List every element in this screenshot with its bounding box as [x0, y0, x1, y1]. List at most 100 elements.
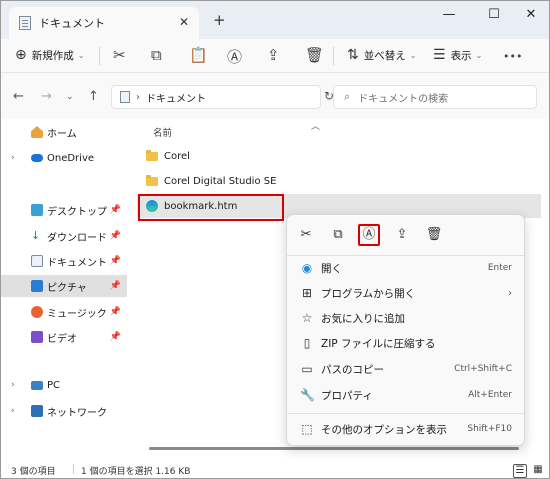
tab-title: ドキュメント	[39, 17, 105, 30]
breadcrumb-separator-icon: ›	[136, 91, 140, 103]
expand-chevron-icon[interactable]: ›	[11, 406, 15, 416]
sidebar-item-network[interactable]: › ネットワーク	[1, 400, 127, 422]
sidebar-item-home[interactable]: ホーム	[1, 121, 127, 143]
sidebar-item-videos[interactable]: ビデオ 📌	[1, 326, 127, 348]
sidebar-item-downloads[interactable]: ↓ ダウンロード 📌	[1, 225, 127, 247]
chevron-down-icon: ⌄	[409, 50, 417, 60]
videos-icon	[31, 331, 43, 343]
pin-icon: 📌	[109, 332, 121, 342]
toolbar-divider	[99, 47, 100, 65]
view-button-label: 表示	[450, 49, 472, 62]
folder-icon	[146, 174, 158, 186]
menu-item-more-options[interactable]: ⬚ その他のオプションを表示 Shift+F10	[287, 417, 524, 441]
copy-icon[interactable]: ⧉	[151, 46, 162, 64]
paste-icon[interactable]: 📋	[189, 46, 208, 64]
sidebar-item-onedrive[interactable]: › OneDrive	[1, 147, 127, 169]
menu-item-label: ZIP ファイルに圧縮する	[321, 337, 436, 350]
minimize-button[interactable]: —	[434, 7, 464, 22]
sidebar-item-pictures[interactable]: ピクチャ 📌	[1, 275, 127, 297]
pin-icon: 📌	[109, 256, 121, 266]
search-input[interactable]: ⌕ ドキュメントの検索	[333, 85, 537, 109]
selection-info: 1 個の項目を選択 1.16 KB	[81, 467, 191, 477]
cut-icon[interactable]: ✂	[295, 224, 317, 246]
share-icon[interactable]: ⇪	[391, 224, 413, 246]
copy-path-icon: ▭	[301, 362, 313, 376]
menu-item-open[interactable]: ◉ 開く Enter	[287, 256, 524, 280]
pin-icon: 📌	[109, 307, 121, 317]
command-bar: ⊕ 新規作成 ⌄ ✂ ⧉ 📋 Ⓐ ⇪ 🗑 ⇅ 並べ替え ⌄ ☰ 表示 ⌄ •••	[1, 39, 549, 73]
plus-circle-icon: ⊕	[15, 47, 27, 63]
star-icon: ☆	[301, 311, 313, 325]
more-options-button[interactable]: •••	[503, 50, 522, 63]
submenu-chevron-icon: ›	[508, 287, 512, 299]
sort-icon: ⇅	[347, 47, 359, 63]
breadcrumb[interactable]: ドキュメント	[146, 90, 206, 105]
folder-icon	[146, 149, 158, 161]
back-arrow-icon[interactable]: ←	[13, 89, 24, 104]
cut-icon[interactable]: ✂	[113, 46, 126, 64]
sort-ascending-icon: ︿	[311, 122, 321, 132]
sidebar-item-pc[interactable]: › PC	[1, 374, 127, 396]
menu-item-properties[interactable]: 🔧 プロパティ Alt+Enter	[287, 383, 524, 407]
documents-folder-icon	[120, 91, 130, 103]
rename-icon[interactable]: Ⓐ	[227, 46, 242, 67]
desktop-icon	[31, 204, 43, 216]
recent-locations-icon[interactable]: ⌄	[66, 92, 74, 102]
forward-arrow-icon[interactable]: →	[41, 89, 52, 104]
title-bar: ドキュメント ✕ + — ☐ ✕	[1, 1, 549, 39]
chevron-down-icon: ⌄	[77, 50, 85, 60]
sidebar-item-documents[interactable]: ドキュメント 📌	[1, 250, 127, 272]
rename-icon[interactable]: Ⓐ	[358, 224, 380, 246]
tiles-view-icon[interactable]: ▦	[531, 464, 545, 478]
delete-icon[interactable]: 🗑	[423, 224, 445, 246]
up-arrow-icon[interactable]: ↑	[88, 89, 99, 104]
context-menu: ✂ ⧉ Ⓐ ⇪ 🗑 ◉ 開く Enter ⊞ プログラムから開く › ☆ お気に…	[286, 214, 525, 446]
pin-icon: 📌	[109, 231, 121, 241]
maximize-button[interactable]: ☐	[479, 7, 509, 22]
file-name: Corel	[164, 150, 190, 162]
menu-item-open-with[interactable]: ⊞ プログラムから開く ›	[287, 281, 524, 305]
sidebar-item-label: ビデオ	[47, 333, 77, 345]
menu-item-add-favorites[interactable]: ☆ お気に入りに追加	[287, 306, 524, 330]
copy-icon[interactable]: ⧉	[327, 224, 349, 246]
column-header-name[interactable]: 名前	[153, 125, 172, 139]
delete-icon[interactable]: 🗑	[305, 46, 324, 64]
documents-folder-icon	[19, 16, 31, 30]
address-bar[interactable]: › ドキュメント ↻	[111, 85, 334, 109]
computer-icon	[31, 380, 43, 390]
list-item[interactable]: Corel Digital Studio SE	[137, 169, 541, 193]
share-icon[interactable]: ⇪	[267, 46, 280, 64]
chevron-down-icon: ⌄	[475, 50, 483, 60]
menu-item-compress-zip[interactable]: ▯ ZIP ファイルに圧縮する	[287, 331, 524, 355]
sidebar-item-label: ピクチャ	[47, 282, 87, 294]
expand-chevron-icon[interactable]: ›	[11, 153, 15, 163]
sidebar-item-label: ドキュメント	[47, 257, 107, 269]
sort-button-label: 並べ替え	[363, 49, 406, 62]
pin-icon: 📌	[109, 281, 121, 291]
file-name: Corel Digital Studio SE	[164, 175, 277, 187]
new-tab-button[interactable]: +	[213, 11, 226, 29]
more-options-icon: ⬚	[301, 422, 313, 436]
status-bar: 3 個の項目 1 個の項目を選択 1.16 KB ☰ ▦	[1, 459, 549, 478]
list-item[interactable]: Corel	[137, 144, 541, 168]
horizontal-scrollbar[interactable]	[149, 447, 519, 450]
sidebar-item-label: ミュージック	[47, 308, 107, 320]
sidebar-item-label: PC	[47, 379, 61, 391]
network-icon	[31, 405, 43, 417]
expand-chevron-icon[interactable]: ›	[11, 380, 15, 390]
navigation-pane: ホーム › OneDrive デスクトップ 📌 ↓ ダウンロード 📌 ドキュメン…	[1, 119, 129, 456]
highlight-box	[138, 194, 284, 221]
sidebar-item-desktop[interactable]: デスクトップ 📌	[1, 199, 127, 221]
new-button[interactable]: ⊕ 新規作成 ⌄	[15, 47, 84, 63]
tab-documents[interactable]: ドキュメント ✕	[9, 7, 199, 39]
tab-close-icon[interactable]: ✕	[179, 15, 189, 29]
sidebar-item-music[interactable]: ミュージック 📌	[1, 301, 127, 323]
sidebar-item-label: デスクトップ	[47, 206, 107, 218]
menu-item-copy-path[interactable]: ▭ パスのコピー Ctrl+Shift+C	[287, 357, 524, 381]
menu-item-shortcut: Alt+Enter	[468, 390, 512, 400]
view-button[interactable]: ☰ 表示 ⌄	[433, 47, 482, 63]
close-button[interactable]: ✕	[516, 7, 546, 22]
details-view-icon[interactable]: ☰	[513, 464, 527, 478]
sort-button[interactable]: ⇅ 並べ替え ⌄	[347, 47, 416, 63]
menu-item-shortcut: Shift+F10	[467, 424, 512, 434]
